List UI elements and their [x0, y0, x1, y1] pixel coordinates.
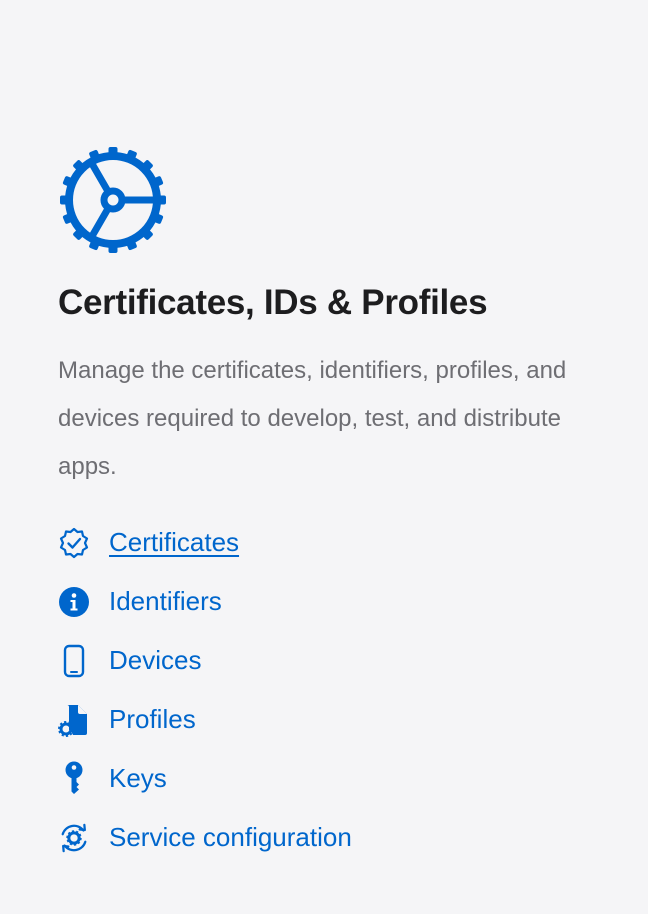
- phone-icon: [58, 643, 90, 679]
- link-item-keys[interactable]: Keys: [58, 749, 638, 808]
- key-icon: [58, 761, 90, 797]
- link-item-service-configuration[interactable]: Service configuration: [58, 808, 638, 867]
- page-description: Manage the certificates, identifiers, pr…: [58, 357, 567, 480]
- certificates-card: Certificates, IDs & Profiles Manage the …: [58, 145, 638, 867]
- link-item-certificates[interactable]: Certificates: [58, 513, 638, 572]
- service-configuration-link[interactable]: Service configuration: [109, 822, 352, 853]
- link-item-profiles[interactable]: Profiles: [58, 690, 638, 749]
- link-item-identifiers[interactable]: Identifiers: [58, 572, 638, 631]
- certificates-link[interactable]: Certificates: [109, 527, 239, 558]
- profiles-link[interactable]: Profiles: [109, 704, 196, 735]
- profile-document-gear-icon: [58, 702, 90, 738]
- gear-icon: [60, 147, 166, 253]
- link-item-devices[interactable]: Devices: [58, 631, 638, 690]
- service-gear-icon: [58, 820, 90, 856]
- devices-link[interactable]: Devices: [109, 645, 201, 676]
- page-title: Certificates, IDs & Profiles: [58, 283, 488, 322]
- identifiers-link[interactable]: Identifiers: [109, 586, 222, 617]
- info-circle-icon: [58, 584, 90, 620]
- keys-link[interactable]: Keys: [109, 763, 167, 794]
- links-list: Certificates Identifiers Devices Profile…: [58, 513, 638, 867]
- certificate-badge-icon: [58, 525, 90, 561]
